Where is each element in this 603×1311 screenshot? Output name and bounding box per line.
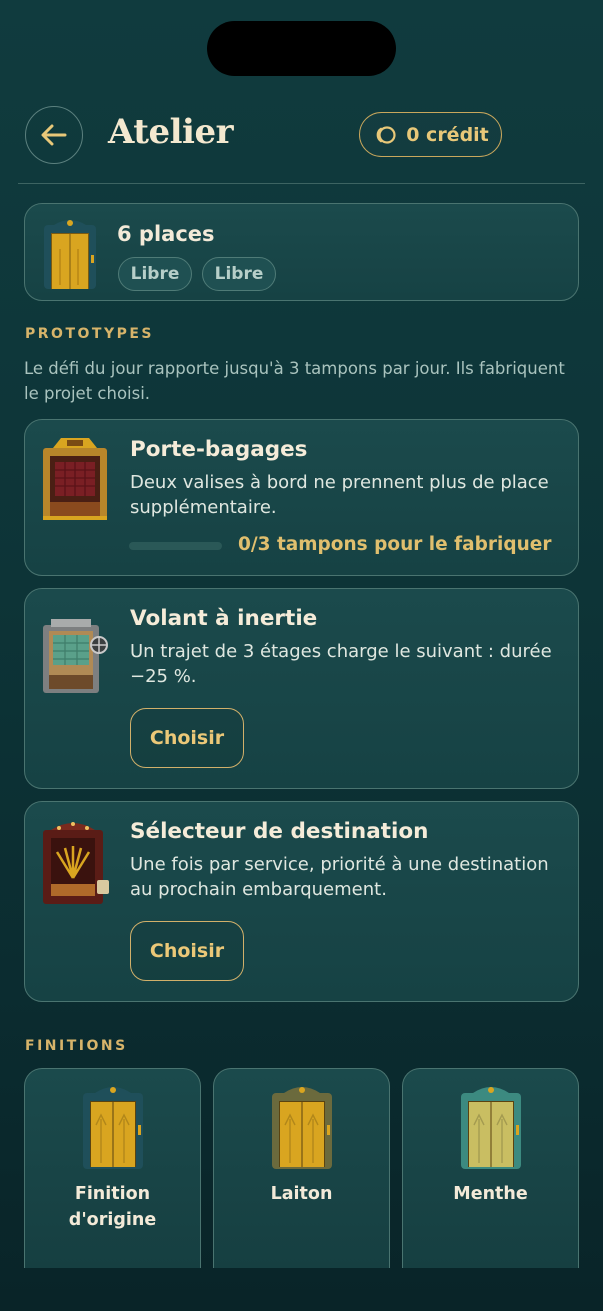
progress-bar	[129, 542, 222, 550]
page-title: Atelier	[108, 112, 234, 152]
prototype-description: Deux valises à bord ne prennent plus de …	[130, 472, 549, 518]
prototype-card-selecteur[interactable]: Sélecteur de destination Une fois par se…	[24, 801, 579, 1002]
prototype-description: Un trajet de 3 étages charge le suivant …	[130, 641, 552, 687]
destination-elevator-icon	[43, 822, 109, 904]
prototype-description: Une fois par service, priorité à une des…	[130, 854, 549, 900]
credit-label: 0 crédit	[406, 123, 489, 146]
choose-button[interactable]: Choisir	[130, 708, 244, 768]
finish-label: Finition d'origine	[68, 1184, 157, 1230]
capacity-card: 6 places Libre Libre	[24, 203, 579, 301]
slot-badge: Libre	[202, 257, 276, 291]
elevator-icon	[272, 1087, 332, 1169]
elevator-icon	[461, 1087, 521, 1169]
prototype-title: Sélecteur de destination	[130, 819, 429, 844]
slot-badge: Libre	[118, 257, 192, 291]
elevator-icon	[44, 220, 96, 289]
progress-label: 0/3 tampons pour le fabriquer	[238, 534, 552, 555]
dynamic-island	[207, 21, 396, 76]
flywheel-elevator-icon	[43, 619, 108, 693]
coins-icon	[376, 125, 396, 144]
prototype-title: Volant à inertie	[130, 606, 318, 631]
prototype-card-volant[interactable]: Volant à inertie Un trajet de 3 étages c…	[24, 588, 579, 789]
prototypes-description: Le défi du jour rapporte jusqu'à 3 tampo…	[24, 359, 565, 403]
credit-badge[interactable]: 0 crédit	[359, 112, 502, 157]
elevator-icon	[83, 1087, 143, 1169]
finish-card-origine[interactable]: Finition d'origine	[24, 1068, 201, 1268]
choose-button[interactable]: Choisir	[130, 921, 244, 981]
prototypes-section-label: PROTOTYPES	[25, 326, 154, 342]
finish-label: Laiton	[270, 1184, 333, 1204]
luggage-elevator-icon	[43, 438, 107, 520]
header-divider	[18, 183, 585, 184]
prototype-title: Porte-bagages	[130, 437, 308, 462]
finish-card-laiton[interactable]: Laiton	[213, 1068, 390, 1268]
finishes-section-label: FINITIONS	[25, 1038, 128, 1054]
back-button[interactable]	[25, 106, 83, 164]
arrow-left-icon	[41, 124, 67, 146]
finish-label: Menthe	[453, 1184, 528, 1204]
capacity-title: 6 places	[117, 222, 215, 246]
finish-card-menthe[interactable]: Menthe	[402, 1068, 579, 1268]
